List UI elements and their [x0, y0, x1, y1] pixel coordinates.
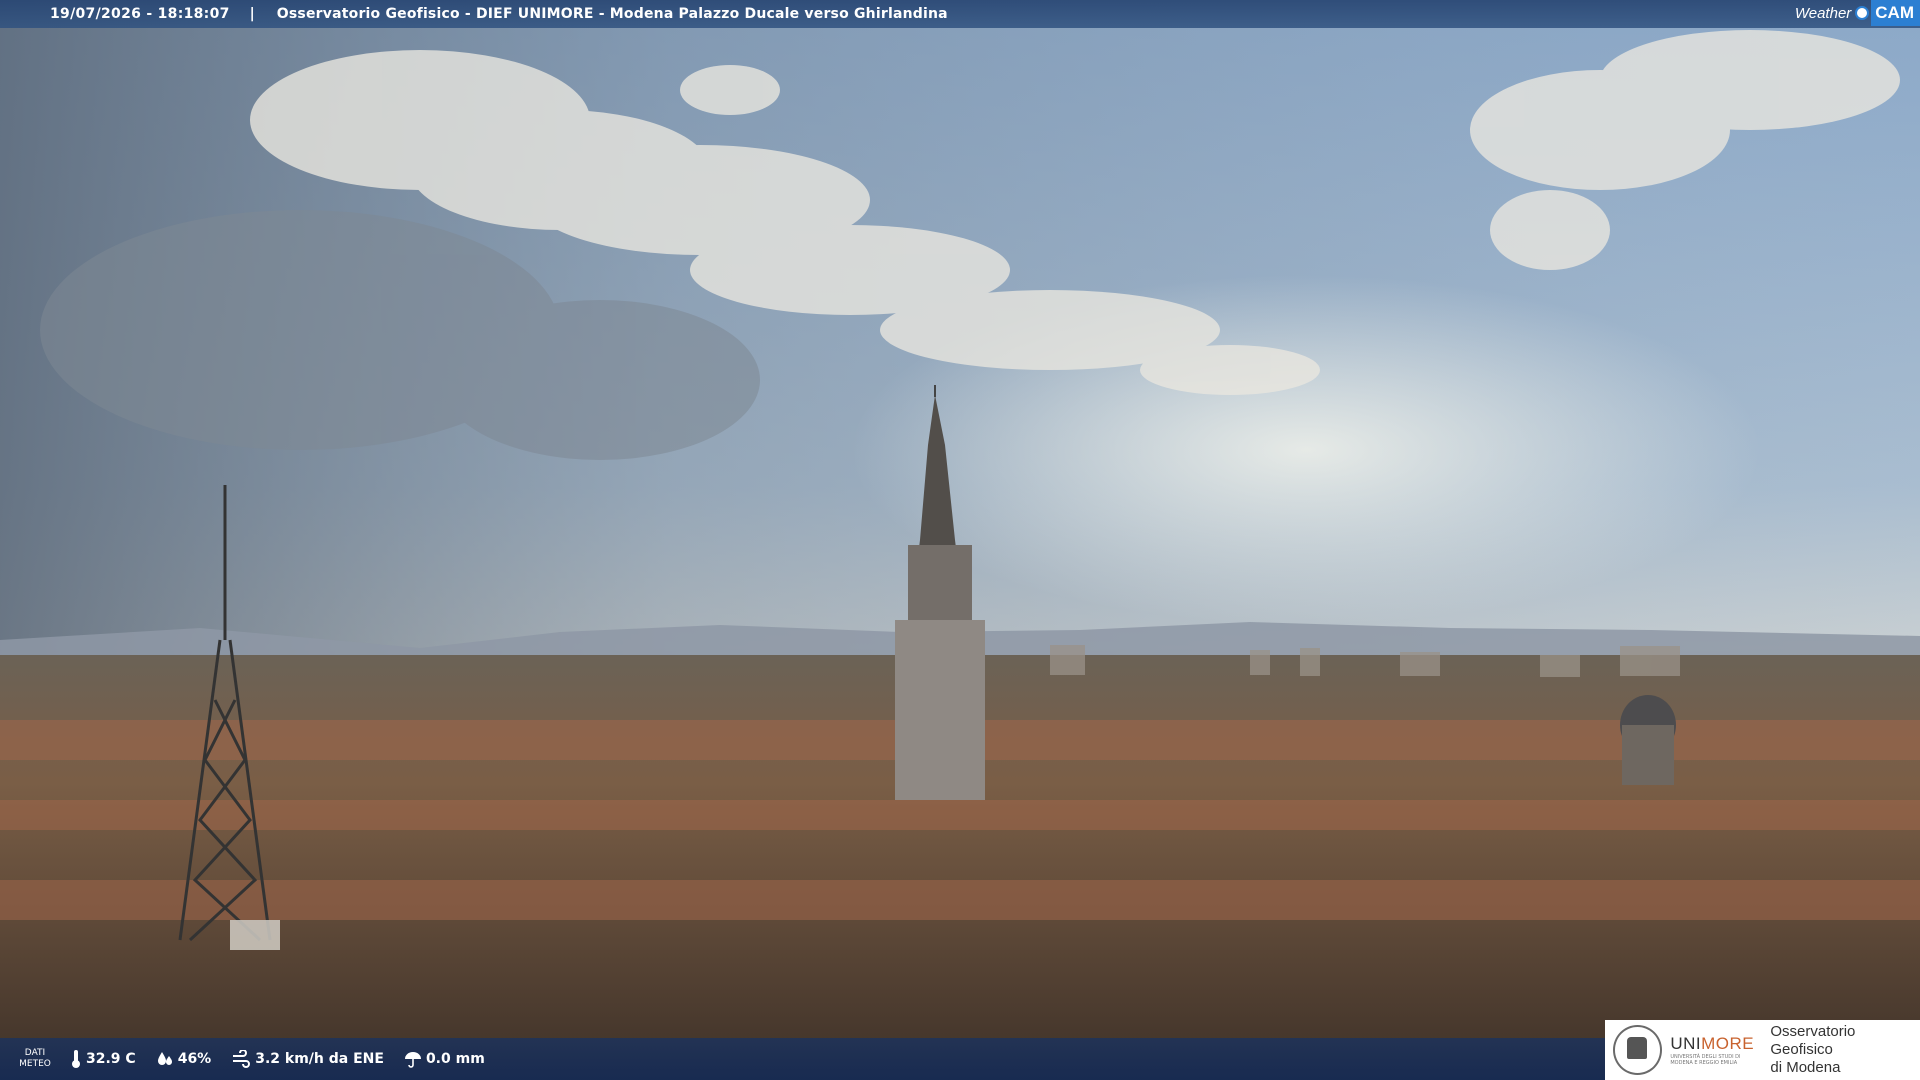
- camera-title: Osservatorio Geofisico - DIEF UNIMORE - …: [276, 6, 948, 22]
- dati-meteo-label: DATI METEO: [0, 1048, 70, 1070]
- unimore-name: UNIMORE: [1670, 1034, 1760, 1054]
- timestamp: 19/07/2026 - 18:18:07: [50, 6, 230, 22]
- wind-value: 3.2 km/h da ENE: [255, 1051, 384, 1067]
- unimore-logo-box: UNIMORE UNIVERSITÀ DEGLI STUDI DI MODENA…: [1605, 1020, 1920, 1080]
- meteo-label: METEO: [19, 1059, 51, 1069]
- dati-label: DATI: [24, 1048, 46, 1058]
- weathercam-dot-icon: [1855, 6, 1870, 20]
- rain-value: 0.0 mm: [425, 1051, 485, 1067]
- weathercam-logo: Weather CAM: [1795, 0, 1920, 26]
- webcam-scene: [0, 0, 1920, 1080]
- observatory-line-2: di Modena: [1770, 1059, 1841, 1076]
- umbrella-icon: [404, 1052, 421, 1068]
- observatory-line-1: Osservatorio Geofisico: [1770, 1023, 1856, 1058]
- weather-data-bar: DATI METEO 32.9 C 46% 3.2 km/h da ENE 0.…: [0, 1038, 1605, 1080]
- observatory-name: Osservatorio Geofisico di Modena: [1770, 1023, 1920, 1077]
- humidity-value: 46%: [177, 1051, 212, 1067]
- weathercam-weather-text: Weather: [1794, 4, 1852, 22]
- wind-icon: [233, 1050, 251, 1068]
- unimore-uni-text: UNI: [1670, 1034, 1702, 1053]
- top-caption-bar: 19/07/2026 - 18:18:07 | Osservatorio Geo…: [0, 0, 1920, 28]
- unimore-subtitle: UNIVERSITÀ DEGLI STUDI DI MODENA E REGGI…: [1670, 1054, 1741, 1066]
- humidity-drops-icon: [157, 1052, 172, 1065]
- thermometer-icon: [72, 1050, 80, 1068]
- university-seal-icon: [1613, 1025, 1663, 1075]
- caption-separator: |: [249, 6, 255, 22]
- rain-reading: 0.0 mm: [404, 1050, 485, 1068]
- temperature-reading: 32.9 C: [70, 1049, 136, 1069]
- temperature-value: 32.9 C: [86, 1051, 136, 1067]
- humidity-reading: 46%: [156, 1050, 212, 1068]
- unimore-wordmark: UNIMORE UNIVERSITÀ DEGLI STUDI DI MODENA…: [1670, 1034, 1760, 1066]
- wind-reading: 3.2 km/h da ENE: [231, 1050, 384, 1068]
- weathercam-cam-text: CAM: [1871, 0, 1920, 26]
- unimore-more-text: MORE: [1701, 1034, 1755, 1053]
